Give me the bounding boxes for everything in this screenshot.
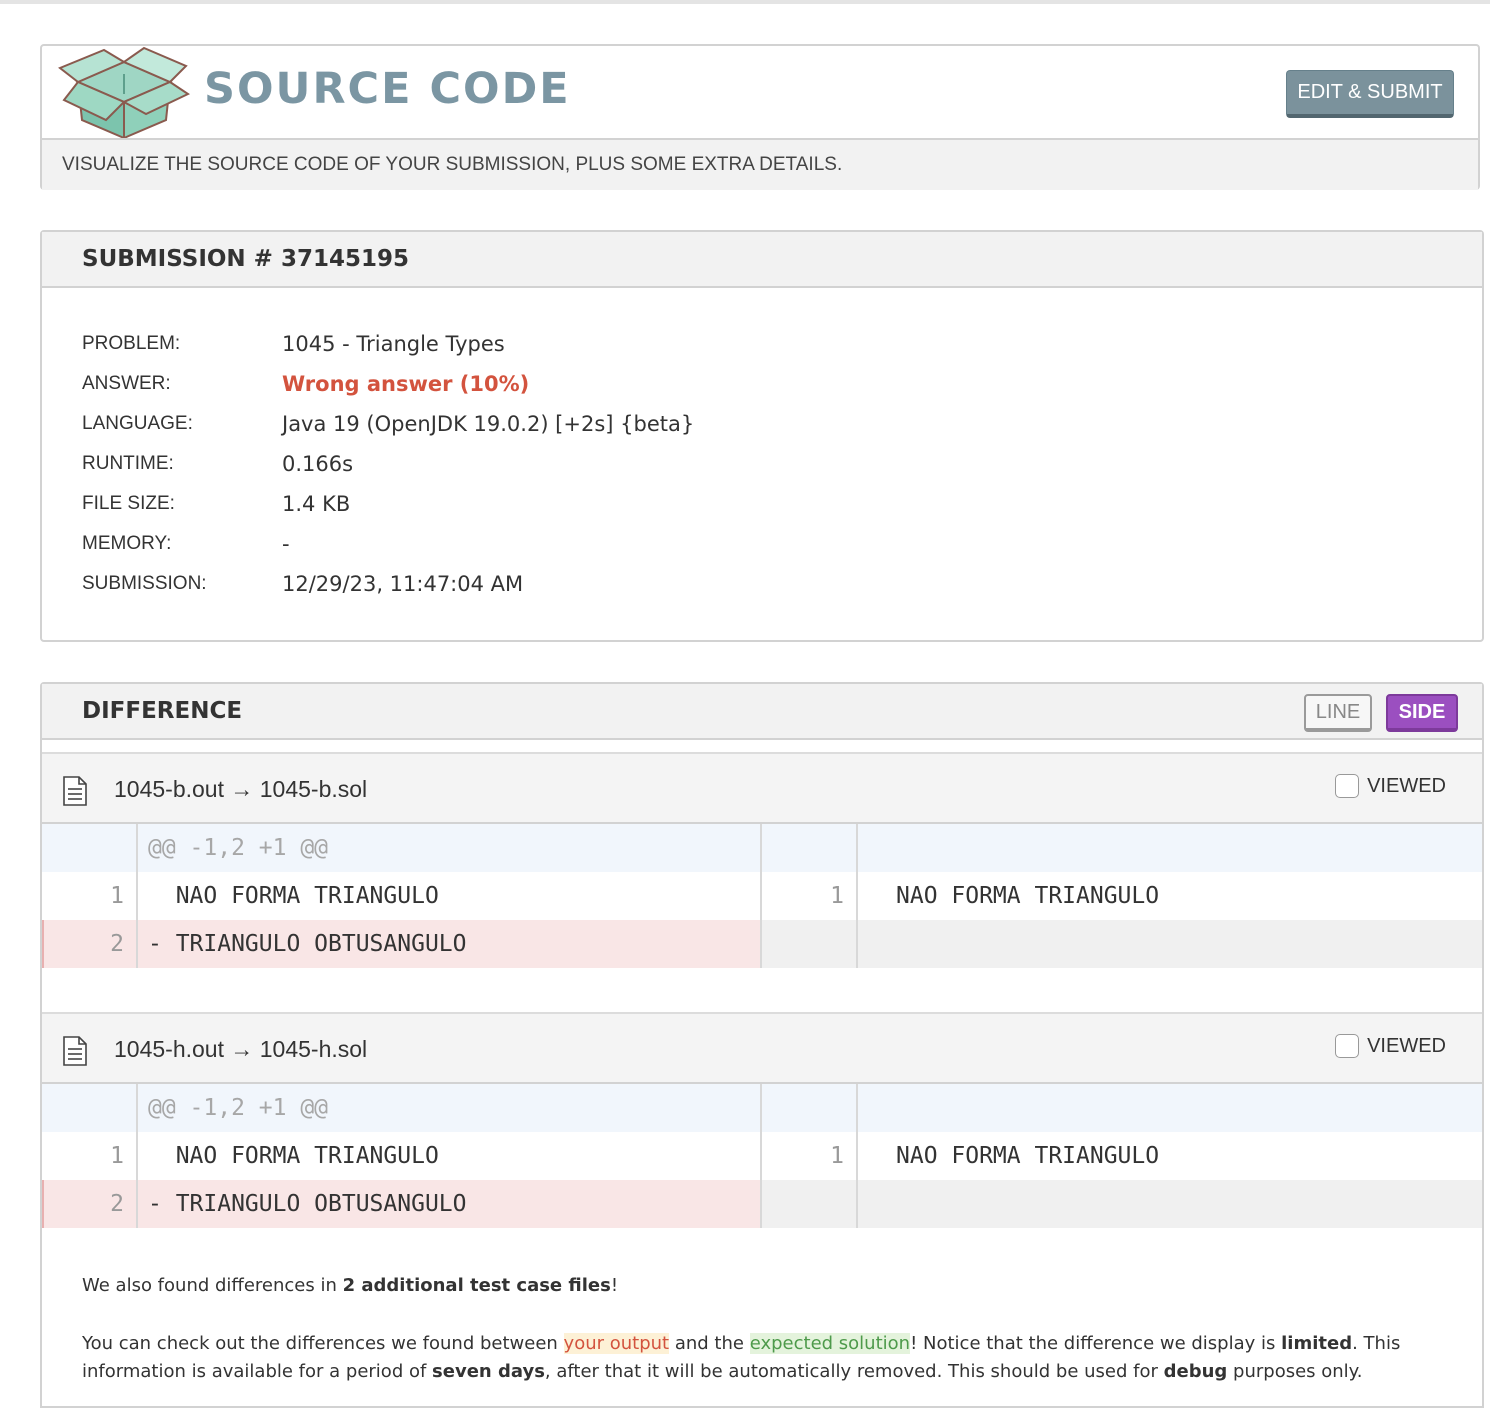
diff-file-header: 1045-h.out → 1045-h.sol VIEWED xyxy=(42,1012,1482,1084)
viewed-label: VIEWED xyxy=(1367,774,1446,797)
document-icon xyxy=(63,1036,87,1066)
note-text: and the xyxy=(669,1333,750,1354)
detail-value: 1045 - Triangle Types xyxy=(282,332,505,356)
viewed-checkbox[interactable] xyxy=(1335,1034,1360,1058)
page-subtitle: VISUALIZE THE SOURCE CODE OF YOUR SUBMIS… xyxy=(42,140,1478,190)
line-number xyxy=(762,1180,858,1228)
diff-row-deleted: 2 - TRIANGULO OBTUSANGULO xyxy=(42,920,1482,968)
detail-row-submission: SUBMISSION: 12/29/23, 11:47:04 AM xyxy=(82,564,694,604)
difference-info-note: You can check out the differences we fou… xyxy=(82,1330,1442,1386)
diff-hunk-row: @@ -1,2 +1 @@ xyxy=(42,824,1482,872)
detail-row-problem: PROBLEM: 1045 - Triangle Types xyxy=(82,324,694,364)
detail-label: ANSWER: xyxy=(82,373,171,394)
difference-header: DIFFERENCE LINE SIDE xyxy=(42,684,1482,740)
code-line: - TRIANGULO OBTUSANGULO xyxy=(138,920,762,968)
note-text: You can check out the differences we fou… xyxy=(82,1333,564,1354)
code-line xyxy=(858,1180,1482,1228)
line-number: 1 xyxy=(762,1132,858,1180)
detail-value: Java 19 (OpenJDK 19.0.2) [+2s] {beta} xyxy=(282,412,695,436)
detail-value: 12/29/23, 11:47:04 AM xyxy=(282,572,524,596)
detail-label: MEMORY: xyxy=(82,533,172,554)
line-number: 1 xyxy=(762,872,858,920)
code-line xyxy=(858,824,1482,872)
expected-solution-highlight: expected solution xyxy=(749,1333,911,1354)
your-output-highlight: your output xyxy=(563,1333,670,1354)
note-text: purposes only. xyxy=(1227,1361,1363,1382)
detail-row-memory: MEMORY: - xyxy=(82,524,694,564)
viewed-toggle[interactable]: VIEWED xyxy=(1335,774,1446,798)
difference-heading: DIFFERENCE xyxy=(82,698,243,724)
diff-row-context: 1 NAO FORMA TRIANGULO 1 NAO FORMA TRIANG… xyxy=(42,872,1482,920)
hunk-header: @@ -1,2 +1 @@ xyxy=(138,1084,762,1132)
line-number xyxy=(42,1084,138,1132)
code-line xyxy=(858,920,1482,968)
note-text: We also found differences in xyxy=(82,1275,343,1296)
diff-table: @@ -1,2 +1 @@ 1 NAO FORMA TRIANGULO 1 NA… xyxy=(42,1084,1482,1228)
submission-heading: SUBMISSION # 37145195 xyxy=(42,232,1482,288)
code-line: - TRIANGULO OBTUSANGULO xyxy=(138,1180,762,1228)
detail-label: PROBLEM: xyxy=(82,333,181,354)
note-bold: seven days xyxy=(432,1361,545,1382)
code-line: NAO FORMA TRIANGULO xyxy=(138,1132,762,1180)
line-number xyxy=(42,824,138,872)
note-bold: limited xyxy=(1281,1333,1353,1354)
line-number xyxy=(762,1084,858,1132)
line-view-button[interactable]: LINE xyxy=(1304,694,1372,732)
note-text: , after that it will be automatically re… xyxy=(544,1361,1164,1382)
code-line xyxy=(858,1084,1482,1132)
open-box-logo-icon xyxy=(58,46,190,138)
note-bold: debug xyxy=(1163,1361,1228,1382)
document-icon xyxy=(63,776,87,806)
edit-submit-button[interactable]: EDIT & SUBMIT xyxy=(1286,70,1454,118)
viewed-checkbox[interactable] xyxy=(1335,774,1360,798)
page-title: SOURCE CODE xyxy=(204,64,571,114)
diff-row-deleted: 2 - TRIANGULO OBTUSANGULO xyxy=(42,1180,1482,1228)
code-line: NAO FORMA TRIANGULO xyxy=(896,883,1160,909)
detail-value: 1.4 KB xyxy=(282,492,351,516)
diff-file-header: 1045-b.out → 1045-b.sol VIEWED xyxy=(42,752,1482,824)
difference-panel: DIFFERENCE LINE SIDE 1045-b.out → 1045-b… xyxy=(40,682,1484,1408)
side-view-button[interactable]: SIDE xyxy=(1386,694,1458,732)
diff-row-context: 1 NAO FORMA TRIANGULO 1 NAO FORMA TRIANG… xyxy=(42,1132,1482,1180)
detail-row-language: LANGUAGE: Java 19 (OpenJDK 19.0.2) [+2s]… xyxy=(82,404,694,444)
detail-label: FILE SIZE: xyxy=(82,493,175,514)
detail-value: - xyxy=(282,532,290,556)
detail-row-file-size: FILE SIZE: 1.4 KB xyxy=(82,484,694,524)
hunk-header: @@ -1,2 +1 @@ xyxy=(138,824,762,872)
line-number: 2 xyxy=(42,920,138,968)
detail-value: 0.166s xyxy=(282,452,354,476)
note-text: ! xyxy=(610,1275,619,1296)
diff-table: @@ -1,2 +1 @@ 1 NAO FORMA TRIANGULO 1 NA… xyxy=(42,824,1482,968)
viewed-toggle[interactable]: VIEWED xyxy=(1335,1034,1446,1058)
additional-differences-note: We also found differences in 2 additiona… xyxy=(82,1272,1442,1300)
detail-label: SUBMISSION: xyxy=(82,573,207,594)
detail-row-answer: ANSWER: Wrong answer (10%) xyxy=(82,364,694,404)
submission-details: PROBLEM: 1045 - Triangle Types ANSWER: W… xyxy=(82,324,694,604)
code-line: NAO FORMA TRIANGULO xyxy=(138,872,762,920)
line-number: 1 xyxy=(42,872,138,920)
page-header-top: SOURCE CODE EDIT & SUBMIT xyxy=(42,46,1478,140)
detail-label: RUNTIME: xyxy=(82,453,174,474)
diff-file: 1045-b.out → 1045-b.sol VIEWED @@ -1,2 +… xyxy=(42,752,1482,968)
viewed-label: VIEWED xyxy=(1367,1034,1446,1057)
detail-label: LANGUAGE: xyxy=(82,413,193,434)
line-number xyxy=(762,824,858,872)
answer-status: Wrong answer (10%) xyxy=(282,372,530,396)
note-text: ! Notice that the difference we display … xyxy=(910,1333,1282,1354)
code-line: NAO FORMA TRIANGULO xyxy=(896,1143,1160,1169)
line-number: 1 xyxy=(42,1132,138,1180)
diff-hunk-row: @@ -1,2 +1 @@ xyxy=(42,1084,1482,1132)
line-number xyxy=(762,920,858,968)
detail-row-runtime: RUNTIME: 0.166s xyxy=(82,444,694,484)
line-number: 2 xyxy=(42,1180,138,1228)
page-header: SOURCE CODE EDIT & SUBMIT VISUALIZE THE … xyxy=(40,44,1480,190)
diff-file-name: 1045-b.out → 1045-b.sol xyxy=(114,776,368,802)
top-divider xyxy=(0,0,1490,4)
note-bold: 2 additional test case files xyxy=(342,1275,611,1296)
diff-file-name: 1045-h.out → 1045-h.sol xyxy=(114,1036,368,1062)
diff-file: 1045-h.out → 1045-h.sol VIEWED @@ -1,2 +… xyxy=(42,1012,1482,1228)
submission-panel: SUBMISSION # 37145195 PROBLEM: 1045 - Tr… xyxy=(40,230,1484,642)
